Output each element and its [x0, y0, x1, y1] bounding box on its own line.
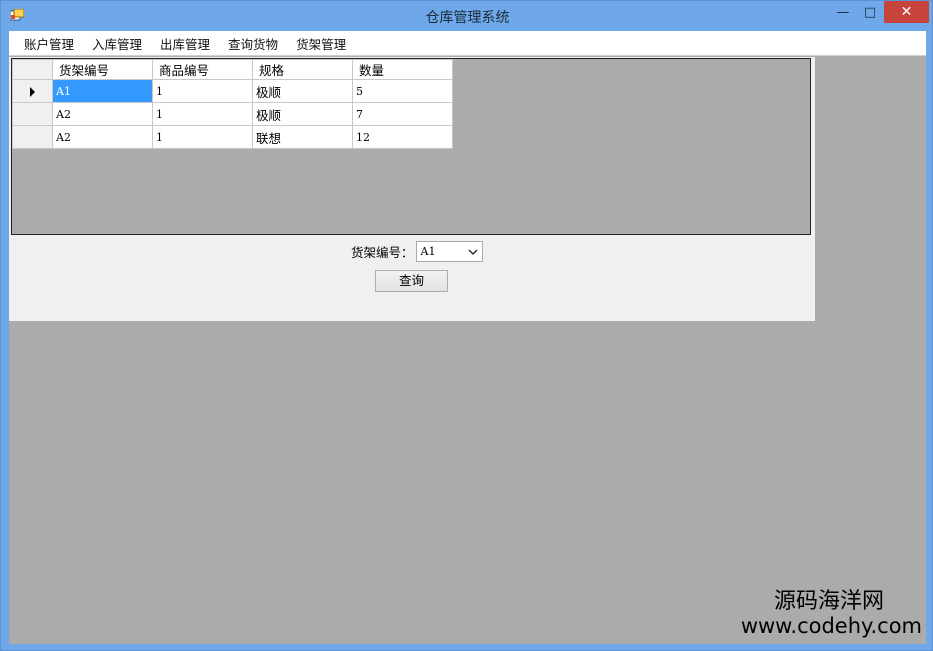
grid-header-row: 货架编号 商品编号 规格 数量	[12, 59, 453, 80]
grid-corner-cell[interactable]	[12, 59, 53, 80]
watermark-site-name: 源码海洋网	[773, 589, 884, 614]
column-header-spec[interactable]: 规格	[252, 59, 353, 80]
watermark: 源码海洋网 www.codehy.com	[740, 589, 922, 639]
menu-item-query-goods[interactable]: 查询货物	[219, 32, 287, 55]
table-cell[interactable]: 极顺	[252, 79, 353, 103]
row-header[interactable]	[12, 79, 53, 103]
table-cell[interactable]: 1	[152, 102, 253, 126]
watermark-url: www.codehy.com	[740, 614, 922, 638]
table-cell[interactable]: 12	[352, 125, 453, 149]
app-window: 仓库管理系统 — □ ✕ 账户管理 入库管理 出库管理 查询货物 货架管理 货架…	[0, 0, 933, 651]
column-header-product-no[interactable]: 商品编号	[152, 59, 253, 80]
current-row-arrow-icon	[30, 86, 35, 97]
table-cell[interactable]: 极顺	[252, 102, 353, 126]
table-cell[interactable]: 联想	[252, 125, 353, 149]
shelf-no-label: 货架编号：	[351, 245, 414, 260]
table-row[interactable]: A2 1 极顺 7	[12, 102, 453, 126]
table-cell[interactable]: 5	[352, 79, 453, 103]
table-row[interactable]: A1 1 极顺 5	[12, 79, 453, 103]
shelf-no-selected-value: A1	[420, 245, 436, 258]
menu-bar: 账户管理 入库管理 出库管理 查询货物 货架管理	[9, 31, 926, 56]
data-grid-table: 货架编号 商品编号 规格 数量 A1 1 极顺 5 A2 1 极顺 7 A2 1…	[12, 59, 453, 149]
table-cell[interactable]: 1	[152, 125, 253, 149]
column-header-shelf-no[interactable]: 货架编号	[52, 59, 153, 80]
table-row[interactable]: A2 1 联想 12	[12, 125, 453, 149]
shelf-filter: 货架编号： A1	[351, 241, 483, 262]
maximize-button[interactable]: □	[857, 1, 883, 23]
table-cell[interactable]: A2	[52, 102, 153, 126]
chevron-down-icon[interactable]	[467, 248, 478, 256]
menu-item-accounts[interactable]: 账户管理	[15, 32, 83, 55]
column-header-quantity[interactable]: 数量	[352, 59, 453, 80]
shelf-no-dropdown[interactable]: A1	[415, 241, 483, 262]
close-button[interactable]: ✕	[884, 1, 929, 23]
menu-item-inbound[interactable]: 入库管理	[83, 32, 151, 55]
table-cell[interactable]: 1	[152, 79, 253, 103]
shelf-query-form: 货架编号 商品编号 规格 数量 A1 1 极顺 5 A2 1 极顺 7 A2 1…	[9, 57, 815, 321]
data-grid[interactable]: 货架编号 商品编号 规格 数量 A1 1 极顺 5 A2 1 极顺 7 A2 1…	[11, 58, 811, 235]
table-cell[interactable]: A1	[52, 79, 153, 103]
window-title: 仓库管理系统	[425, 10, 510, 26]
table-cell[interactable]: 7	[352, 102, 453, 126]
title-bar[interactable]: 仓库管理系统 — □ ✕	[1, 1, 933, 31]
mdi-client-area: 账户管理 入库管理 出库管理 查询货物 货架管理 货架编号 商品编号 规格 数量	[9, 31, 926, 644]
minimize-button[interactable]: —	[829, 1, 857, 23]
query-button[interactable]: 查询	[375, 270, 448, 292]
menu-item-shelf-management[interactable]: 货架管理	[287, 32, 355, 55]
table-cell[interactable]: A2	[52, 125, 153, 149]
row-header[interactable]	[12, 125, 53, 149]
row-header[interactable]	[12, 102, 53, 126]
menu-item-outbound[interactable]: 出库管理	[151, 32, 219, 55]
